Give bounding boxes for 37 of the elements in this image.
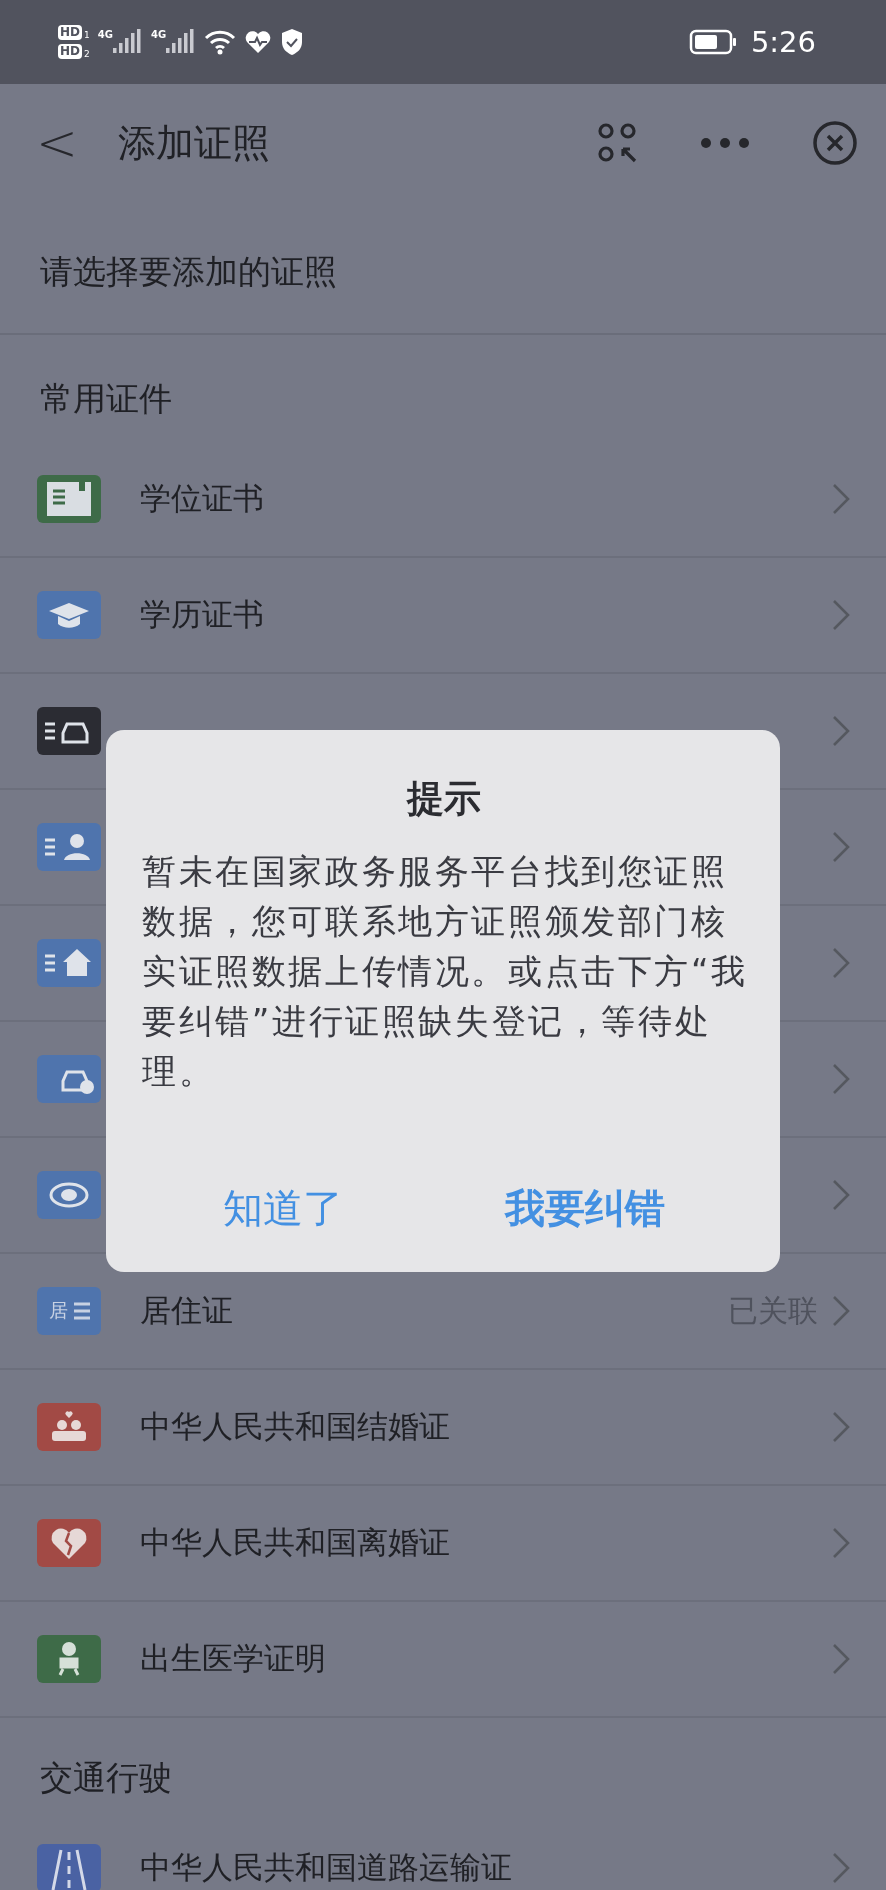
certificate-name: 中华人民共和国结婚证 — [140, 1407, 450, 1446]
dialog-message: 暂未在国家政务服务平台找到您证照数据，您可联系地方证照颁发部门核实证照数据上传情况。或点击下方“我要纠错”进行证照缺失登记，等待处理。 — [142, 850, 749, 1093]
chevron-right-icon — [832, 1063, 850, 1095]
residence-card-icon: 居 — [37, 1287, 101, 1335]
page-title: 添加证照 — [117, 119, 270, 167]
dialog-title: 提示 — [405, 776, 482, 822]
clock-time: 5:26 — [750, 25, 816, 59]
back-button[interactable]: < — [36, 114, 78, 172]
chevron-right-icon — [832, 1179, 850, 1211]
close-icon[interactable] — [812, 120, 858, 166]
certificate-name: 学历证书 — [140, 595, 264, 634]
certificate-name: 居住证 — [140, 1291, 233, 1330]
chevron-right-icon — [832, 1295, 850, 1327]
certificate-name: 中华人民共和国离婚证 — [140, 1523, 450, 1562]
chevron-right-icon — [832, 1852, 850, 1884]
heart-icon — [244, 29, 273, 55]
dialog-button[interactable]: 我要纠错 — [485, 1171, 685, 1246]
certificate-name: 中华人民共和国道路运输证 — [140, 1848, 512, 1887]
chevron-right-icon — [832, 483, 850, 515]
section-heading: 常用证件 — [39, 378, 173, 420]
instruction-text: 请选择要添加的证照 — [39, 251, 338, 293]
section-heading: 交通行驶 — [39, 1757, 173, 1799]
chevron-right-icon — [832, 947, 850, 979]
chevron-right-icon — [832, 1527, 850, 1559]
more-icon[interactable] — [700, 137, 750, 149]
certificate-name: 学位证书 — [140, 479, 264, 518]
shield-icon — [280, 28, 305, 56]
chevron-right-icon — [832, 599, 850, 631]
wifi-icon — [204, 29, 237, 55]
chevron-right-icon — [832, 1643, 850, 1675]
chevron-right-icon — [832, 715, 850, 747]
chevron-right-icon — [832, 1411, 850, 1443]
chevron-right-icon — [832, 831, 850, 863]
dialog-button[interactable]: 知道了 — [203, 1171, 363, 1246]
battery-icon — [688, 29, 737, 55]
scan-icon[interactable] — [598, 123, 638, 163]
certificate-name: 出生医学证明 — [140, 1639, 326, 1678]
